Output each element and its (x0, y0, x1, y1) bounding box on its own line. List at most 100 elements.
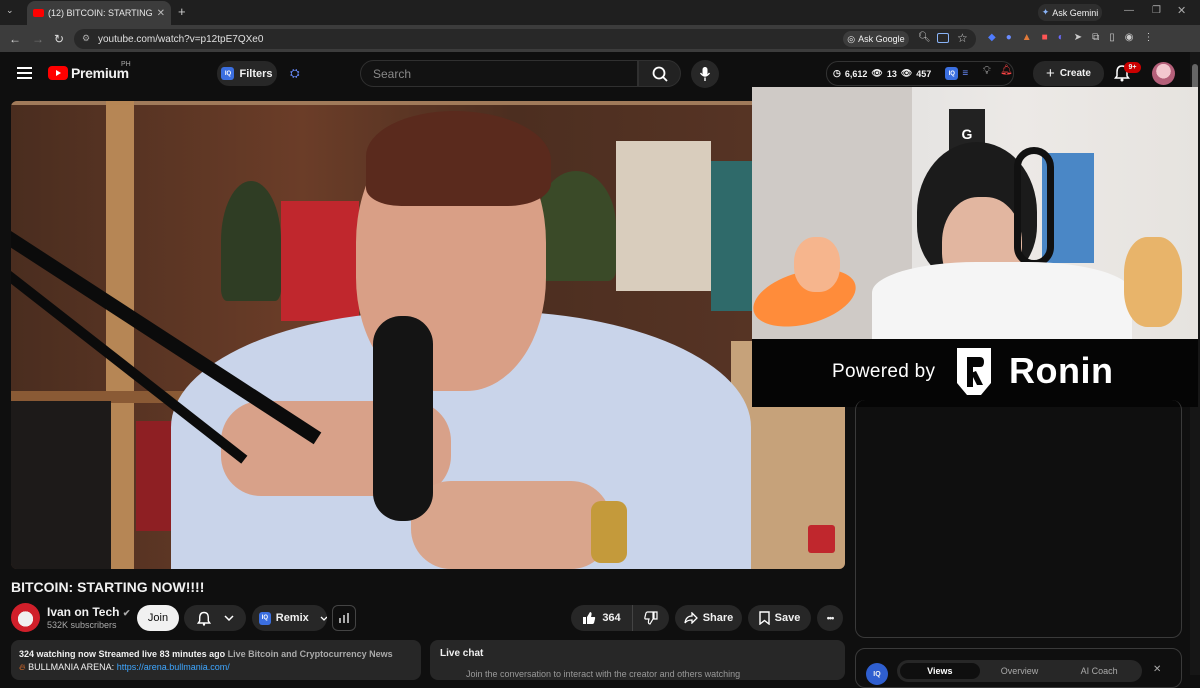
profile-icon[interactable]: ◉ (1125, 32, 1134, 43)
list-icon[interactable]: ≡ (962, 68, 968, 79)
notification-count-badge: 9+ (1124, 62, 1141, 73)
extension-shield-icon[interactable]: ◆ (988, 32, 996, 43)
alert-bell-icon[interactable]: 🔔︎ (1000, 65, 1013, 76)
like-count: 364 (602, 612, 621, 624)
ronin-logo-icon (957, 348, 991, 395)
create-button[interactable]: + Create (1033, 61, 1104, 86)
share-arrow-icon (684, 612, 698, 624)
stats-iq-icon[interactable]: IQ (945, 67, 959, 80)
browser-menu-icon[interactable]: ⋮ (1144, 32, 1154, 43)
youtube-logo-icon[interactable] (48, 66, 68, 80)
bookmark-star-icon[interactable]: ☆ (957, 31, 968, 45)
stat-likes: 6,612 (844, 68, 868, 79)
person-hand-right (411, 481, 611, 569)
site-info-icon[interactable]: ⚙ (82, 33, 90, 44)
browser-tab[interactable]: (12) BITCOIN: STARTING NOW!!! ✕ (27, 1, 171, 25)
like-button[interactable]: 364 (571, 605, 633, 631)
youtube-favicon-icon (33, 9, 44, 17)
video-player[interactable] (11, 101, 845, 569)
filters-button[interactable]: IQ Filters (217, 61, 277, 86)
views-eye-icon: 👁︎ (900, 68, 913, 78)
dislike-button[interactable] (633, 605, 669, 631)
region-code: PH (121, 61, 131, 68)
fire-icon: 🔥︎ (19, 662, 26, 672)
description-tags[interactable]: Live Bitcoin and Cryptocurrency News (228, 649, 393, 659)
channel-watermark-icon[interactable] (808, 525, 835, 553)
voice-search-button[interactable] (691, 60, 719, 88)
ronin-brand-text: Ronin (1009, 350, 1114, 391)
google-lens-icon: ◎ (847, 33, 856, 44)
microphone (373, 316, 433, 521)
side-close-icon[interactable]: ✕ (1153, 664, 1161, 675)
person-hair (366, 111, 551, 206)
ask-gemini-button[interactable]: ✦ Ask Gemini (1038, 4, 1102, 21)
tab-search-icon[interactable]: ⌄ (6, 5, 14, 16)
address-bar[interactable]: ⚙ youtube.com/watch?v=p12tpE7QXe0 (74, 29, 976, 49)
side-tabs: Views Overview AI Coach (897, 660, 1142, 682)
sidebar-icon[interactable]: ▯ (1109, 32, 1115, 43)
install-app-icon[interactable] (937, 33, 949, 43)
tab-views[interactable]: Views (900, 663, 980, 679)
plant-left (221, 181, 281, 301)
share-label: Share (702, 612, 734, 624)
cat-mascot-icon (1124, 237, 1182, 327)
search-button[interactable] (638, 60, 681, 87)
minimize-icon[interactable]: — (1124, 5, 1134, 16)
tab-ai-coach[interactable]: AI Coach (1059, 663, 1139, 679)
plus-icon: + (1046, 65, 1055, 82)
ask-google-button[interactable]: ◎ Ask Google (843, 31, 909, 47)
back-icon[interactable]: ← (9, 32, 21, 46)
description-box[interactable]: 324 watching now Streamed live 83 minute… (11, 640, 421, 680)
extension-red-icon[interactable]: ■ (1042, 32, 1048, 43)
subscriber-count: 532K subscribers (47, 620, 117, 630)
headphones (1014, 147, 1054, 267)
reload-icon[interactable]: ↻ (54, 32, 64, 46)
zoom-icon[interactable]: 🔍︎ (918, 32, 931, 43)
save-button[interactable]: Save (748, 605, 811, 631)
side-panel (855, 400, 1182, 638)
video-title: BITCOIN: STARTING NOW!!!! (11, 579, 205, 595)
surfing-cat-icon (794, 237, 840, 292)
channel-name-text: Ivan on Tech (47, 605, 120, 619)
join-button[interactable]: Join (137, 605, 179, 631)
channel-name[interactable]: Ivan on Tech ✔ (47, 605, 130, 619)
thumbs-down-icon (644, 611, 658, 625)
extension-purple-icon[interactable]: ◐ (1058, 32, 1064, 43)
live-chat-panel[interactable]: Live chat Join the conversation to inter… (430, 640, 845, 680)
restore-icon[interactable]: ❐ (1152, 5, 1161, 16)
extension-arrow-icon[interactable]: ➤ (1074, 32, 1082, 43)
ask-google-label: Ask Google (858, 34, 905, 44)
arena-link[interactable]: https://arena.bullmania.com/ (117, 662, 230, 672)
extensions-puzzle-icon[interactable]: ⧉ (1092, 32, 1099, 43)
more-actions-button[interactable]: ••• (817, 605, 843, 631)
bookmark-icon (758, 611, 770, 625)
like-dislike-group: 364 (571, 605, 669, 631)
extension-bot-icon[interactable]: ● (1006, 32, 1012, 43)
wristwatch (591, 501, 627, 563)
share-button[interactable]: Share (675, 605, 742, 631)
robot-extension-icon[interactable]: ⛭ (290, 66, 300, 81)
extension-fox-icon[interactable]: ▲ (1022, 32, 1032, 43)
window-close-icon[interactable]: ✕ (1177, 4, 1186, 17)
forward-icon[interactable]: → (32, 32, 44, 46)
tab-overview[interactable]: Overview (980, 663, 1060, 679)
hamburger-menu-icon[interactable] (17, 67, 32, 79)
picture-frame (616, 141, 711, 291)
subscription-bell-button[interactable] (184, 605, 246, 631)
bulb-icon[interactable]: 💡︎ (983, 65, 991, 78)
remix-button[interactable]: IQ Remix (252, 605, 327, 631)
ask-gemini-label: Ask Gemini (1052, 7, 1099, 18)
streamed-time: Streamed live 83 minutes ago (98, 649, 226, 659)
search-input[interactable]: Search (360, 60, 638, 87)
watching-now: 324 watching now (19, 649, 97, 659)
tab-close-icon[interactable]: ✕ (157, 8, 165, 19)
gemini-sparkle-icon: ✦ (1041, 7, 1050, 17)
url-text: youtube.com/watch?v=p12tpE7QXe0 (98, 33, 264, 45)
channel-avatar[interactable] (11, 603, 40, 632)
analytics-button[interactable] (332, 605, 356, 631)
side-iq-icon[interactable]: IQ (866, 663, 888, 685)
account-avatar[interactable] (1152, 62, 1175, 85)
tab-title: (12) BITCOIN: STARTING NOW!!! (48, 8, 153, 18)
new-tab-button[interactable]: + (178, 4, 186, 19)
red-book (281, 201, 359, 321)
